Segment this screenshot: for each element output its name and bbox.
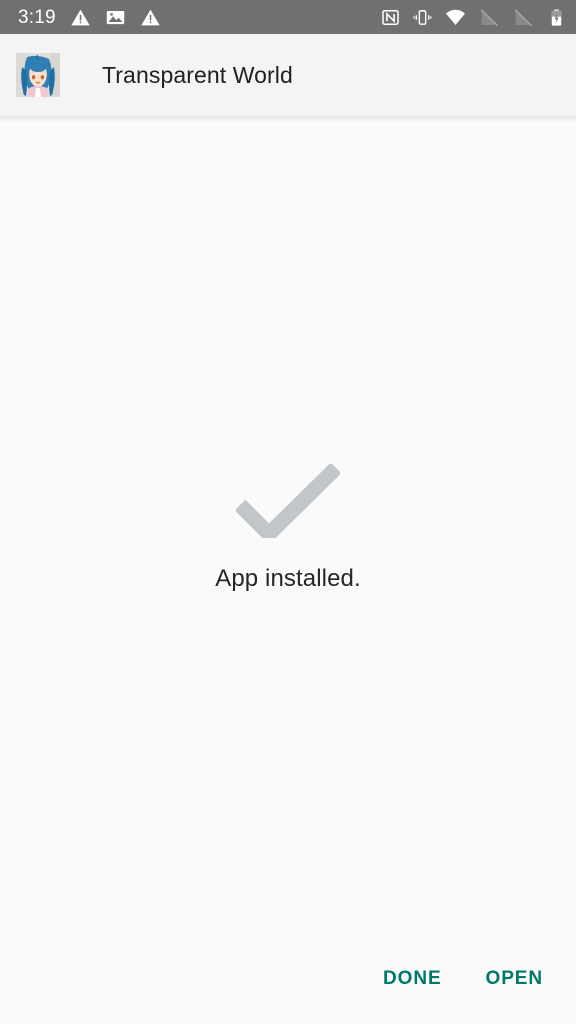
- install-status-block: App installed.: [0, 464, 576, 593]
- app-bar: Transparent World: [0, 34, 576, 123]
- warning-triangle-icon: [70, 7, 91, 28]
- done-button[interactable]: DONE: [379, 960, 446, 997]
- battery-charging-icon: [547, 8, 566, 27]
- wifi-icon: [445, 7, 466, 28]
- warning-triangle-icon: [140, 7, 161, 28]
- vibrate-icon: [413, 8, 432, 27]
- status-bar-right: [381, 7, 566, 28]
- page-title: Transparent World: [102, 61, 293, 88]
- open-button[interactable]: OPEN: [482, 960, 547, 997]
- no-signal-icon: [479, 7, 500, 28]
- checkmark-icon: [236, 464, 340, 538]
- image-icon: [105, 7, 126, 28]
- installer-screen: 3:19 Transparent World App installed. DO…: [0, 0, 576, 1024]
- nfc-icon: [381, 8, 400, 27]
- status-bar: 3:19: [0, 0, 576, 34]
- status-bar-clock: 3:19: [18, 6, 56, 28]
- status-bar-left: 3:19: [18, 7, 161, 28]
- action-bar: DONE OPEN: [0, 932, 576, 1024]
- content-area: App installed. DONE OPEN: [0, 116, 576, 1024]
- no-signal-icon: [513, 7, 534, 28]
- install-status-text: App installed.: [215, 565, 361, 592]
- app-icon: [16, 53, 60, 97]
